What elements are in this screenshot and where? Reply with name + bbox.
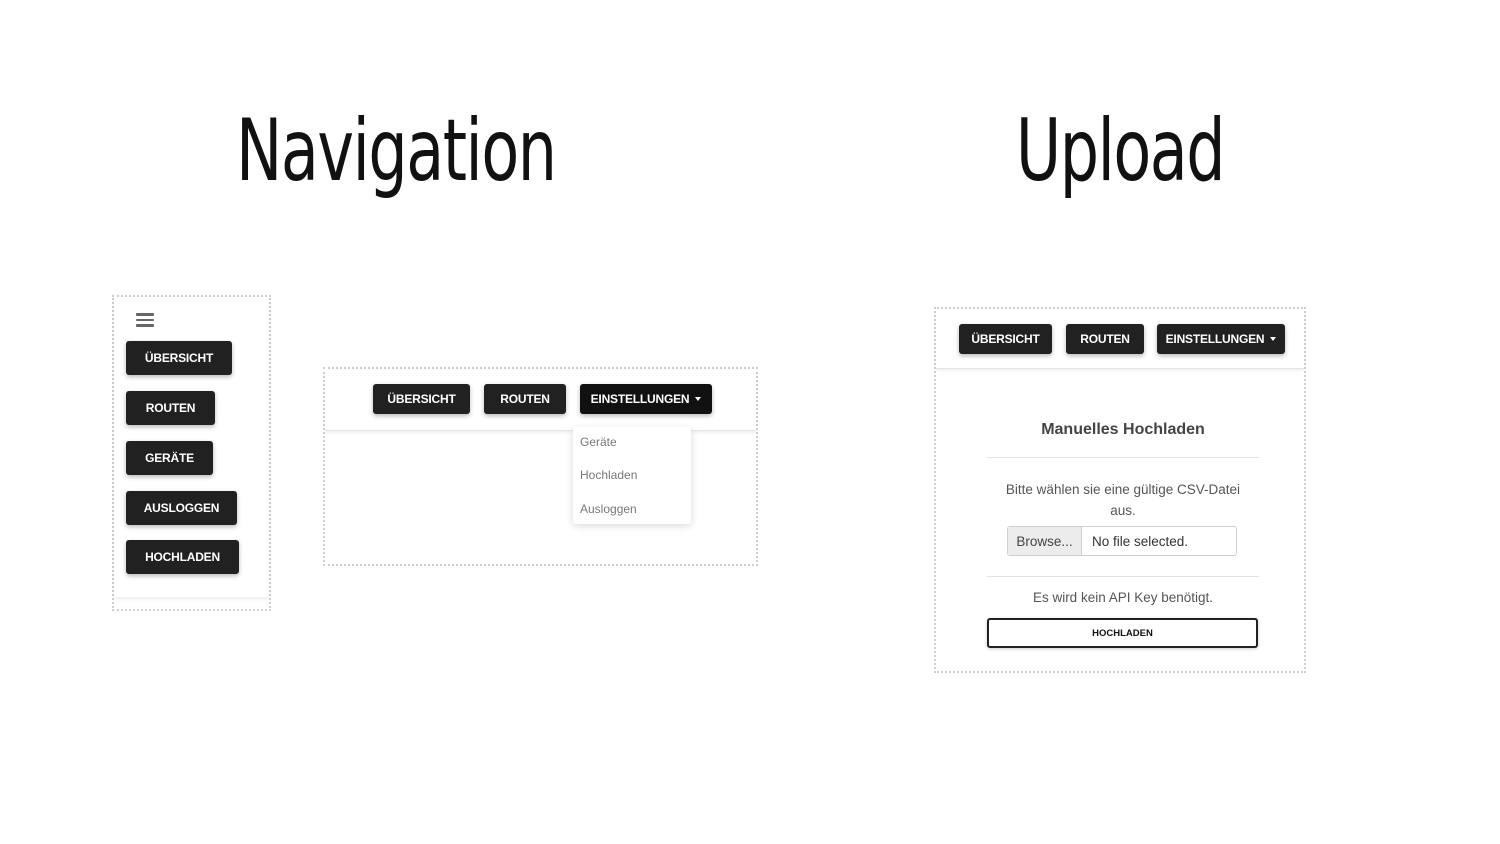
upload-nav-button-routen[interactable]: ROUTEN (1066, 324, 1144, 354)
mobile-menu-panel: ÜBERSICHT ROUTEN GERÄTE AUSLOGGEN HOCHLA… (112, 295, 271, 611)
settings-dropdown: Geräte Hochladen Ausloggen (573, 427, 691, 524)
mobile-button-ausloggen[interactable]: AUSLOGGEN (126, 491, 237, 525)
mobile-menu: ÜBERSICHT ROUTEN GERÄTE AUSLOGGEN HOCHLA… (114, 297, 269, 597)
nav-button-routen[interactable]: ROUTEN (484, 384, 566, 414)
dropdown-item-geraete[interactable]: Geräte (580, 435, 617, 449)
upload-nav-bar: ÜBERSICHT ROUTEN EINSTELLUNGEN (936, 309, 1304, 369)
mobile-button-routen[interactable]: ROUTEN (126, 391, 215, 425)
card-divider (987, 457, 1259, 458)
upload-nav-button-einstellungen[interactable]: EINSTELLUNGEN (1157, 324, 1285, 354)
desktop-nav-panel: ÜBERSICHT ROUTEN EINSTELLUNGEN Geräte Ho… (323, 367, 758, 566)
caret-down-icon (1270, 337, 1277, 341)
nav-button-einstellungen-label: EINSTELLUNGEN (590, 392, 690, 406)
upload-nav-button-einstellungen-label: EINSTELLUNGEN (1165, 332, 1265, 346)
file-input[interactable]: Browse... No file selected. (1007, 526, 1237, 556)
mobile-button-hochladen[interactable]: HOCHLADEN (126, 540, 239, 574)
mobile-button-geraete[interactable]: GERÄTE (126, 441, 213, 475)
browse-button[interactable]: Browse... (1008, 527, 1082, 555)
file-status: No file selected. (1092, 533, 1189, 549)
upload-instruction: Bitte wählen sie eine gültige CSV-Datei … (1005, 482, 1241, 518)
card-title: Manuelles Hochladen (1041, 421, 1205, 438)
desktop-nav-bar: ÜBERSICHT ROUTEN EINSTELLUNGEN (325, 369, 756, 431)
dropdown-item-hochladen[interactable]: Hochladen (580, 468, 637, 482)
upload-submit-button[interactable]: HOCHLADEN (987, 618, 1258, 648)
upload-title: Upload (1015, 101, 1226, 201)
upload-card: Manuelles Hochladen Bitte wählen sie ein… (987, 419, 1259, 649)
navigation-title: Navigation (236, 101, 557, 201)
card-divider (987, 576, 1259, 577)
mobile-button-uebersicht[interactable]: ÜBERSICHT (126, 341, 232, 375)
nav-button-einstellungen[interactable]: EINSTELLUNGEN (580, 384, 712, 414)
dropdown-item-ausloggen[interactable]: Ausloggen (580, 502, 637, 516)
upload-panel: ÜBERSICHT ROUTEN EINSTELLUNGEN Manuelles… (934, 307, 1306, 673)
nav-button-uebersicht[interactable]: ÜBERSICHT (373, 384, 470, 414)
hamburger-icon[interactable] (136, 313, 154, 327)
caret-down-icon (695, 397, 702, 401)
upload-nav-button-uebersicht[interactable]: ÜBERSICHT (959, 324, 1052, 354)
api-key-note: Es wird kein API Key benötigt. (1032, 590, 1214, 605)
